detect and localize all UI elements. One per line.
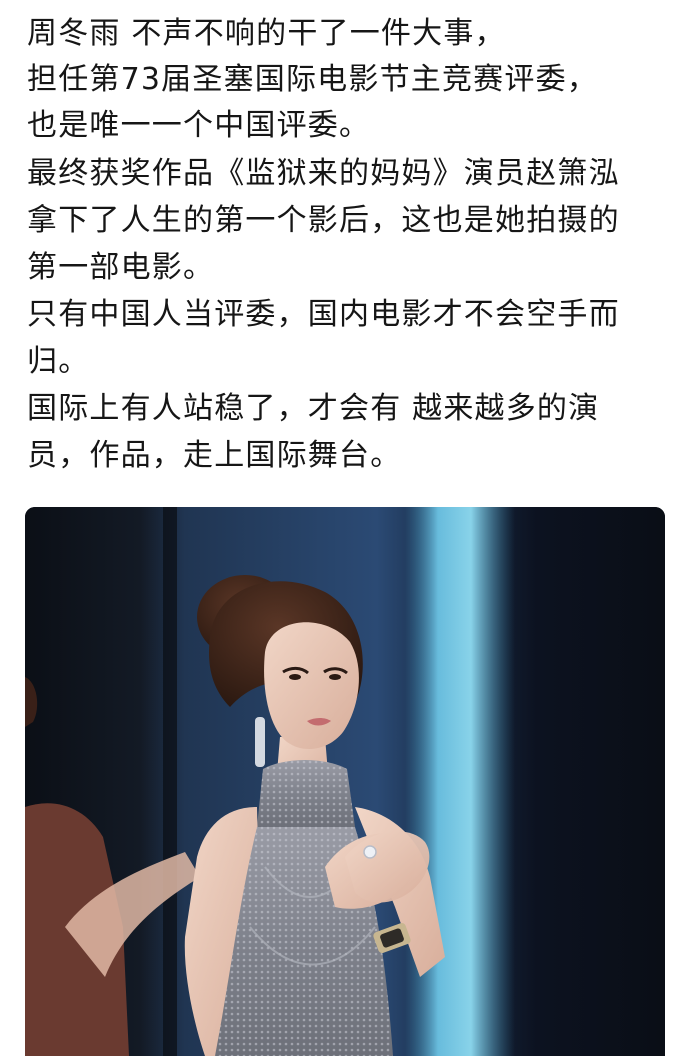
post-line-3: 也是唯一一个中国评委。: [27, 108, 371, 143]
post-line-1: 周冬雨 不声不响的干了一件大事，: [27, 16, 506, 51]
post-line-8: 归。: [27, 344, 90, 379]
post-line-10: 员，作品，走上国际舞台。: [27, 438, 402, 473]
photo-illustration: [25, 507, 665, 1056]
post-line-5: 拿下了人生的第一个影后，这也是她拍摄的: [27, 203, 620, 238]
post-line-4: 最终获奖作品《监狱来的妈妈》演员赵箫泓: [27, 156, 620, 191]
post-photo[interactable]: [25, 507, 665, 1056]
post-line-9: 国际上有人站稳了，才会有 越来越多的演: [27, 391, 600, 426]
post-line-7: 只有中国人当评委，国内电影才不会空手而: [27, 297, 620, 332]
post-line-2: 担任第73届圣塞国际电影节主竞赛评委，: [27, 62, 598, 97]
post-line-6: 第一部电影。: [27, 250, 215, 285]
